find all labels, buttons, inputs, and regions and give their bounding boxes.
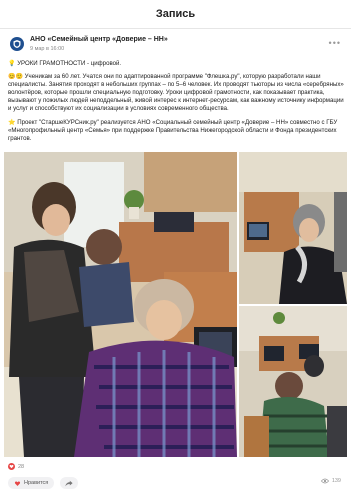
photo-bottom-right[interactable] xyxy=(239,306,347,457)
top-bar: Запись xyxy=(0,0,351,29)
post-header: АНО «Семейный центр «Доверие – НН» 9 мар… xyxy=(8,34,343,60)
post-paragraph-2-text: Проект "СтаршеКУРСник.ру" реализуется АН… xyxy=(8,118,338,142)
views-counter: 139 xyxy=(320,478,341,484)
post-paragraph-1: 😊🙂 Ученикам за 60 лет. Учатся они по ада… xyxy=(8,73,344,113)
post-footer: 28 Нравится 139 xyxy=(0,460,351,491)
share-icon xyxy=(65,480,73,486)
star-icon: ⭐ xyxy=(8,119,16,126)
like-button[interactable]: Нравится xyxy=(8,477,55,489)
page-title: Запись xyxy=(155,8,196,20)
avatar[interactable] xyxy=(10,37,24,51)
heart-icon xyxy=(8,463,15,470)
smile-icon: 😊🙂 xyxy=(8,74,23,81)
bulb-icon: 💡 xyxy=(8,61,16,67)
heart-outline-icon xyxy=(14,481,21,486)
org-name[interactable]: АНО «Семейный центр «Доверие – НН» xyxy=(30,36,168,43)
photo-classroom-2 xyxy=(239,152,347,304)
views-count: 139 xyxy=(331,478,341,484)
photo-top-right[interactable] xyxy=(239,152,347,304)
post-heading-text: УРОКИ ГРАМОТНОСТИ - цифровой. xyxy=(17,60,122,67)
like-label: Нравится xyxy=(24,480,49,486)
post-text: 💡 УРОКИ ГРАМОТНОСТИ - цифровой. 😊🙂 Учени… xyxy=(8,60,344,148)
likes-summary[interactable]: 28 xyxy=(8,463,24,470)
post-paragraph-2: ⭐ Проект "СтаршеКУРСник.ру" реализуется … xyxy=(8,119,344,143)
photo-classroom-main xyxy=(4,152,237,457)
photo-classroom-3 xyxy=(239,306,347,457)
more-icon[interactable]: ••• xyxy=(329,38,341,48)
post-paragraph-1-text: Ученикам за 60 лет. Учатся они по адапти… xyxy=(8,73,344,113)
eye-icon xyxy=(320,478,329,484)
post-date[interactable]: 9 мар в 16:00 xyxy=(30,46,64,52)
likes-count: 28 xyxy=(18,463,25,470)
photo-main[interactable] xyxy=(4,152,237,457)
share-button[interactable] xyxy=(60,477,78,489)
post-heading: 💡 УРОКИ ГРАМОТНОСТИ - цифровой. xyxy=(8,60,344,68)
shield-icon xyxy=(13,40,21,48)
photo-grid xyxy=(4,152,347,457)
